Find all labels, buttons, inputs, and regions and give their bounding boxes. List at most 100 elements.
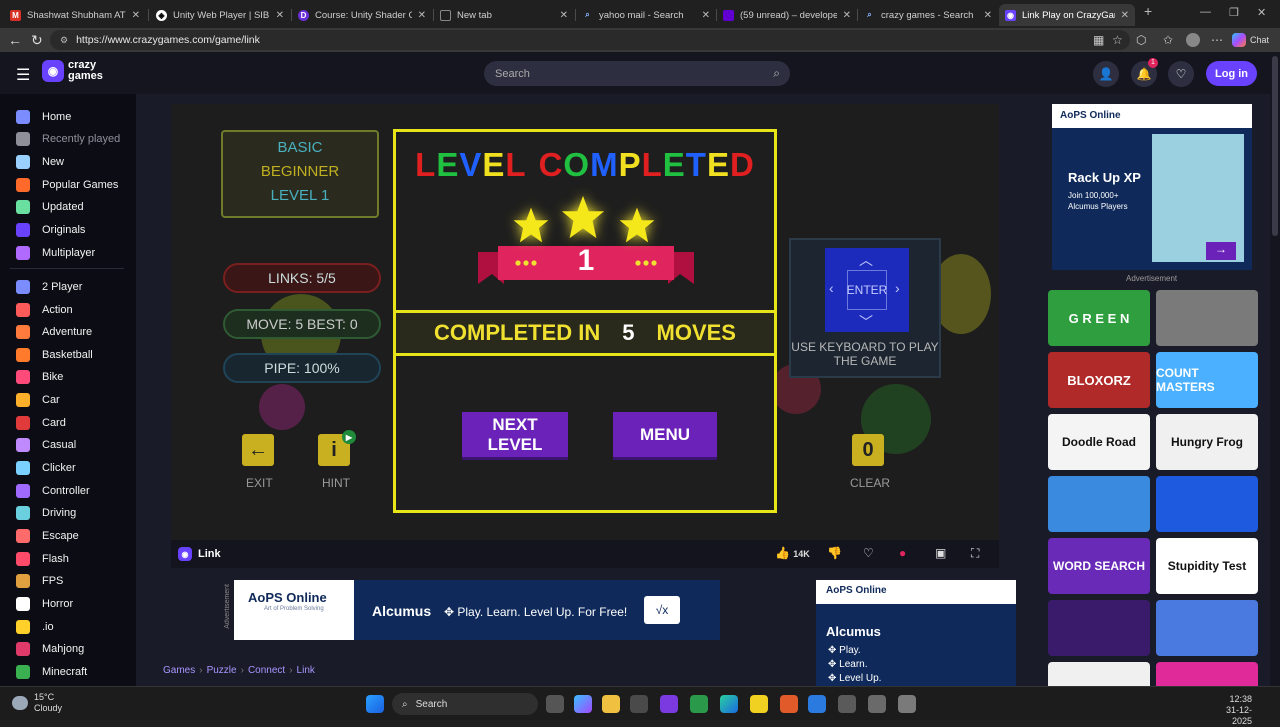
sidebar-item-clicker[interactable]: Clicker <box>16 459 76 477</box>
sidebar-item-minecraft[interactable]: Minecraft <box>16 663 87 681</box>
back-icon[interactable]: ← <box>8 32 22 48</box>
clear-button[interactable]: 0 <box>852 434 884 466</box>
sidebar-item-flash[interactable]: Flash <box>16 550 69 568</box>
sidebar-item-home[interactable]: Home <box>16 108 71 126</box>
arrow-up-icon[interactable]: ︿ <box>859 250 873 270</box>
window-close-icon[interactable]: ✕ <box>1257 6 1266 19</box>
favorite-button[interactable]: ♡ <box>863 546 874 560</box>
game-thumbnail[interactable]: Doodle Road <box>1048 414 1150 470</box>
arrow-left-icon[interactable]: ‹ <box>829 280 834 296</box>
sidebar-item-action[interactable]: Action <box>16 301 73 319</box>
next-level-button[interactable]: NEXT LEVEL <box>462 412 568 460</box>
enter-key[interactable]: ENTER <box>847 270 887 310</box>
sidebar-item-new[interactable]: New <box>16 153 64 171</box>
game-thumbnail[interactable] <box>1156 290 1258 346</box>
game-thumbnail[interactable] <box>1156 476 1258 532</box>
copilot-icon[interactable] <box>574 695 592 713</box>
unity-hub-icon[interactable] <box>838 695 856 713</box>
close-icon[interactable]: ✕ <box>984 10 992 21</box>
sidebar-item-horror[interactable]: Horror <box>16 595 73 613</box>
sidebar-item-2-player[interactable]: 2 Player <box>16 278 82 296</box>
more-menu-icon[interactable]: ⋯ <box>1211 33 1223 47</box>
sidebar-item-updated[interactable]: Updated <box>16 198 84 216</box>
url-field[interactable]: ⚙ https://www.crazygames.com/game/link <box>50 30 1130 50</box>
reload-icon[interactable]: ↻ <box>31 32 43 49</box>
menu-button[interactable]: MENU <box>613 412 717 460</box>
sticky-notes-icon[interactable] <box>750 695 768 713</box>
close-icon[interactable]: ✕ <box>418 10 426 21</box>
weather-widget[interactable]: 15°C Cloudy <box>12 692 62 714</box>
tab-gmail[interactable]: M Shashwat Shubham ATR688 ✕ <box>4 4 146 26</box>
arrow-down-icon[interactable]: ﹀ <box>859 312 873 332</box>
store-icon[interactable] <box>630 695 648 713</box>
file-explorer-icon[interactable] <box>602 695 620 713</box>
game-thumbnail[interactable]: G R E E N <box>1048 290 1150 346</box>
system-clock[interactable]: 12:38 31-12-2025 <box>1206 694 1252 727</box>
profile-avatar[interactable] <box>1186 33 1200 47</box>
page-scrollbar[interactable] <box>1270 52 1280 686</box>
breadcrumb-link[interactable]: Link <box>297 665 315 676</box>
search-icon[interactable]: ⌕ <box>773 66 780 81</box>
breadcrumb-connect[interactable]: Connect <box>248 665 285 676</box>
friends-button[interactable]: 👤 <box>1093 61 1119 87</box>
sidebar-item-originals[interactable]: Originals <box>16 221 85 239</box>
game-thumbnail[interactable]: COUNT MASTERS <box>1156 352 1258 408</box>
sidebar-item-bike[interactable]: Bike <box>16 368 63 386</box>
fullscreen-button[interactable]: ⛶ <box>971 546 979 561</box>
sidebar-item-card[interactable]: Card <box>16 414 66 432</box>
copilot-chat-button[interactable]: Chat <box>1232 31 1269 49</box>
unity-icon[interactable] <box>868 695 886 713</box>
breadcrumb-puzzle[interactable]: Puzzle <box>207 665 237 676</box>
outlook-icon[interactable] <box>808 695 826 713</box>
sidebar-item-car[interactable]: Car <box>16 391 60 409</box>
minimize-icon[interactable]: — <box>1200 6 1211 18</box>
site-info-icon[interactable]: ⚙ <box>60 35 68 46</box>
hint-button[interactable]: i ▶ <box>318 430 356 466</box>
aops-sidebar-ad[interactable]: AoPS Online Rack Up XP Join 100,000+ Alc… <box>1052 104 1252 270</box>
sidebar-item-multiplayer[interactable]: Multiplayer <box>16 244 95 262</box>
hamburger-menu-icon[interactable]: ☰ <box>16 65 30 85</box>
aops-square-ad[interactable]: AoPS Online Alcumus ✥ Play. ✥ Learn. ✥ Lev… <box>816 580 1016 686</box>
breadcrumb-games[interactable]: Games <box>163 665 195 676</box>
sidebar-item-controller[interactable]: Controller <box>16 482 90 500</box>
share-button[interactable]: ● <box>899 546 906 560</box>
start-icon[interactable] <box>366 695 384 713</box>
apps-icon[interactable]: ▦ <box>1093 33 1104 47</box>
game-thumbnail[interactable]: Hungry Frog <box>1156 414 1258 470</box>
scrollbar-thumb[interactable] <box>1272 56 1278 236</box>
sidebar-item-driving[interactable]: Driving <box>16 504 76 522</box>
close-icon[interactable]: ✕ <box>702 10 710 21</box>
sidebar-item-adventure[interactable]: Adventure <box>16 323 92 341</box>
task-view-icon[interactable] <box>546 695 564 713</box>
xbox-icon[interactable] <box>690 695 708 713</box>
game-thumbnail[interactable]: Stupidity Test <box>1156 538 1258 594</box>
close-icon[interactable]: ✕ <box>560 10 568 21</box>
tab-yahoo-mail[interactable]: (59 unread) – developeracc8 ✕ <box>717 4 857 26</box>
edge-icon[interactable] <box>720 695 738 713</box>
sidebar-item-basketball[interactable]: Basketball <box>16 346 93 364</box>
sidebar-item-casual[interactable]: Casual <box>16 436 76 454</box>
brave-icon[interactable] <box>780 695 798 713</box>
extensions-icon[interactable]: ⬡ <box>1136 33 1146 47</box>
sidebar-item-recently-played[interactable]: Recently played <box>16 130 120 148</box>
tab-link-active[interactable]: ◉ Link Play on CrazyGames ✕ <box>999 4 1135 26</box>
notifications-button[interactable]: 🔔 1 <box>1131 58 1158 87</box>
game-thumbnail[interactable]: WORD SEARCH <box>1048 538 1150 594</box>
arrow-right-icon[interactable]: › <box>895 280 900 296</box>
sidebar-item-popular-games[interactable]: Popular Games <box>16 176 118 194</box>
tab-course[interactable]: D Course: Unity Shader Graph ✕ <box>292 4 432 26</box>
game-thumbnail[interactable] <box>1048 476 1150 532</box>
aops-banner-ad[interactable]: AoPS Online Art of Problem Solving Alcum… <box>234 580 720 640</box>
game-thumbnail[interactable] <box>1156 600 1258 656</box>
close-icon[interactable]: ✕ <box>843 10 851 21</box>
tab-crazy-search[interactable]: ⌕ crazy games - Search ✕ <box>858 4 998 26</box>
game-thumbnail[interactable] <box>1048 600 1150 656</box>
favorites-icon[interactable]: ✩ <box>1163 33 1173 47</box>
sidebar-item-fps[interactable]: FPS <box>16 572 63 590</box>
maximize-icon[interactable]: ❐ <box>1229 6 1239 19</box>
game-thumbnail[interactable]: BLOXORZ <box>1048 352 1150 408</box>
close-icon[interactable]: ✕ <box>1121 10 1129 21</box>
tab-yahoo-search[interactable]: ⌕ yahoo mail - Search ✕ <box>576 4 716 26</box>
crazygames-logo[interactable]: ◉ crazy games <box>42 60 103 82</box>
site-search-input[interactable]: Search ⌕ <box>484 61 790 86</box>
